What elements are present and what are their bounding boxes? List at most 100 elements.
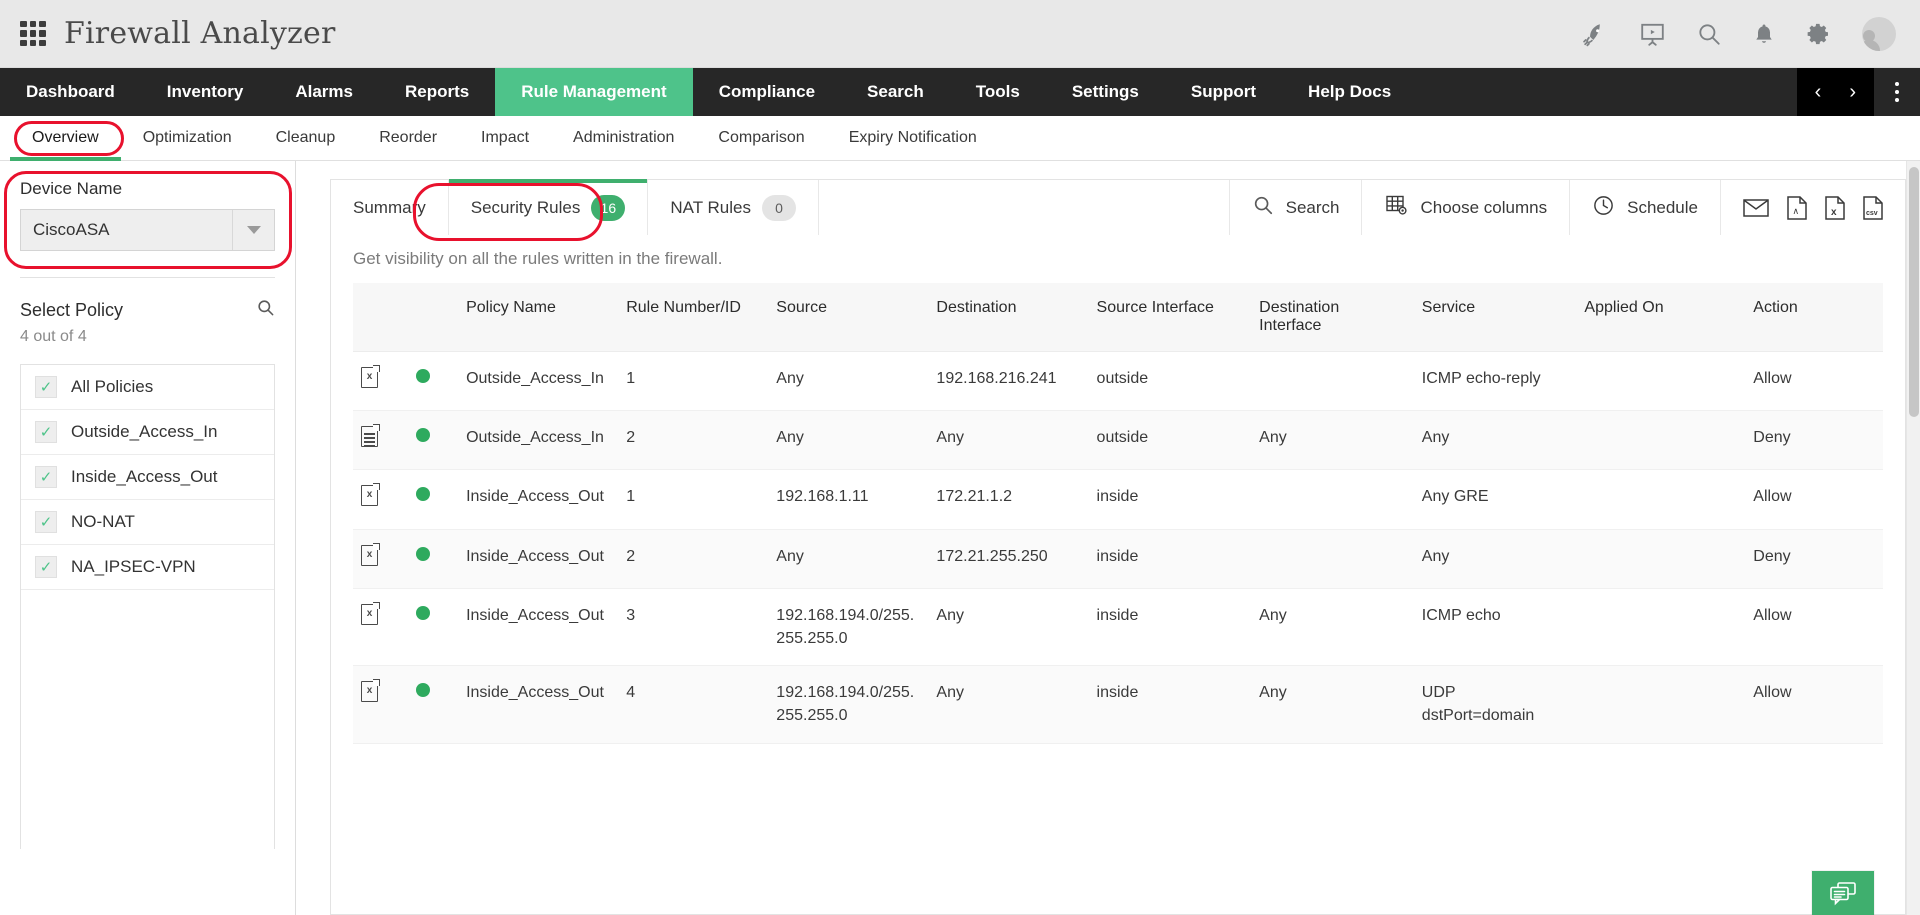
checkbox-checked-icon[interactable]: ✓ (35, 421, 57, 443)
nav-item-settings[interactable]: Settings (1046, 68, 1165, 116)
tab-nat-rules[interactable]: NAT Rules 0 (648, 180, 819, 235)
search-icon[interactable] (1696, 21, 1722, 47)
main-navigation: Dashboard Inventory Alarms Reports Rule … (0, 68, 1920, 116)
cell-action: Deny (1745, 411, 1883, 470)
presentation-icon[interactable] (1639, 21, 1666, 47)
table-row[interactable]: Outside_Access_In 2 Any Any outside Any … (353, 411, 1883, 470)
rule-type-icon-cell: x (353, 352, 408, 411)
nav-item-reports[interactable]: Reports (379, 68, 495, 116)
table-row[interactable]: x Inside_Access_Out 1 192.168.1.11 172.2… (353, 470, 1883, 529)
subnav-item-reorder[interactable]: Reorder (357, 116, 459, 160)
csv-export-icon[interactable]: csv (1863, 196, 1883, 220)
cell-destination: 172.21.1.2 (928, 470, 1088, 529)
avatar[interactable] (1862, 17, 1896, 51)
document-x-icon[interactable]: x (361, 545, 378, 566)
cell-applied-on (1576, 411, 1745, 470)
status-dot-green (416, 428, 430, 442)
th-source[interactable]: Source (768, 283, 928, 352)
search-button[interactable]: Search (1229, 180, 1362, 235)
status-dot-green (416, 683, 430, 697)
nav-next-icon[interactable]: › (1843, 81, 1862, 104)
nav-item-search[interactable]: Search (841, 68, 950, 116)
document-x-icon[interactable]: x (361, 604, 378, 625)
subnav-item-cleanup[interactable]: Cleanup (254, 116, 358, 160)
policy-item-na-ipsec-vpn[interactable]: ✓ NA_IPSEC-VPN (21, 545, 274, 590)
nav-item-alarms[interactable]: Alarms (269, 68, 379, 116)
tab-security-rules[interactable]: Security Rules 16 (449, 180, 649, 235)
email-export-icon[interactable] (1743, 198, 1769, 218)
tab-security-rules-label: Security Rules (471, 198, 581, 218)
table-row[interactable]: x Inside_Access_Out 2 Any 172.21.255.250… (353, 529, 1883, 588)
th-rule-number[interactable]: Rule Number/ID (618, 283, 768, 352)
document-lines-icon[interactable] (361, 426, 378, 447)
th-destination-interface[interactable]: Destination Interface (1251, 283, 1414, 352)
schedule-button[interactable]: Schedule (1569, 180, 1720, 235)
apps-grid-icon[interactable] (20, 21, 46, 47)
document-x-icon[interactable]: x (361, 681, 378, 702)
table-row[interactable]: x Inside_Access_Out 4 192.168.194.0/255.… (353, 666, 1883, 743)
document-x-icon[interactable]: x (361, 367, 378, 388)
status-cell (408, 470, 458, 529)
chevron-down-icon[interactable] (232, 210, 274, 250)
cell-service: ICMP echo-reply (1414, 352, 1577, 411)
cell-destination-interface: Any (1251, 411, 1414, 470)
page-scrollbar[interactable] (1906, 161, 1920, 915)
status-dot-green (416, 606, 430, 620)
th-service[interactable]: Service (1414, 283, 1577, 352)
checkbox-checked-icon[interactable]: ✓ (35, 466, 57, 488)
excel-export-icon[interactable]: x (1825, 196, 1845, 220)
policy-item-outside-access-in[interactable]: ✓ Outside_Access_In (21, 410, 274, 455)
nav-item-rule-management[interactable]: Rule Management (495, 68, 692, 116)
subnav-item-expiry-notification[interactable]: Expiry Notification (827, 116, 999, 160)
pdf-export-icon[interactable]: ∧ (1787, 196, 1807, 220)
th-applied-on[interactable]: Applied On (1576, 283, 1745, 352)
subnav-item-administration[interactable]: Administration (551, 116, 696, 160)
document-x-icon[interactable]: x (361, 485, 378, 506)
nav-item-dashboard[interactable]: Dashboard (0, 68, 141, 116)
subnav-item-comparison[interactable]: Comparison (696, 116, 826, 160)
tab-summary[interactable]: Summary (331, 180, 449, 235)
checkbox-checked-icon[interactable]: ✓ (35, 376, 57, 398)
gear-icon[interactable] (1806, 21, 1832, 47)
policy-item-all-policies[interactable]: ✓ All Policies (21, 365, 274, 410)
nav-item-tools[interactable]: Tools (950, 68, 1046, 116)
cell-source: Any (768, 411, 928, 470)
status-cell (408, 352, 458, 411)
policy-item-no-nat[interactable]: ✓ NO-NAT (21, 500, 274, 545)
device-name-dropdown[interactable]: CiscoASA (20, 209, 275, 251)
nav-overflow-menu-icon[interactable] (1874, 68, 1920, 116)
checkbox-checked-icon[interactable]: ✓ (35, 511, 57, 533)
cell-service: Any GRE (1414, 470, 1577, 529)
rule-type-icon-cell: x (353, 666, 408, 743)
th-destination[interactable]: Destination (928, 283, 1088, 352)
subnav-item-overview[interactable]: Overview (10, 116, 121, 160)
cell-destination-interface: Any (1251, 666, 1414, 743)
nav-prev-icon[interactable]: ‹ (1809, 81, 1828, 104)
checkbox-checked-icon[interactable]: ✓ (35, 556, 57, 578)
th-policy-name[interactable]: Policy Name (458, 283, 618, 352)
table-row[interactable]: x Outside_Access_In 1 Any 192.168.216.24… (353, 352, 1883, 411)
table-header: Policy Name Rule Number/ID Source Destin… (353, 283, 1883, 352)
th-action[interactable]: Action (1745, 283, 1883, 352)
choose-columns-button[interactable]: Choose columns (1361, 180, 1569, 235)
bell-icon[interactable] (1752, 21, 1776, 47)
subnav-item-optimization[interactable]: Optimization (121, 116, 254, 160)
nav-item-support[interactable]: Support (1165, 68, 1282, 116)
cell-destination-interface: Any (1251, 588, 1414, 665)
nav-item-compliance[interactable]: Compliance (693, 68, 841, 116)
sidebar-divider (20, 277, 275, 278)
rocket-icon[interactable] (1583, 21, 1609, 47)
th-source-interface[interactable]: Source Interface (1089, 283, 1252, 352)
table-row[interactable]: x Inside_Access_Out 3 192.168.194.0/255.… (353, 588, 1883, 665)
nav-item-inventory[interactable]: Inventory (141, 68, 270, 116)
rule-type-icon-cell: x (353, 470, 408, 529)
chat-support-icon[interactable] (1812, 871, 1874, 915)
policy-search-icon[interactable] (256, 298, 275, 322)
status-cell (408, 411, 458, 470)
policy-item-inside-access-out[interactable]: ✓ Inside_Access_Out (21, 455, 274, 500)
nav-item-help-docs[interactable]: Help Docs (1282, 68, 1417, 116)
subnav-item-impact[interactable]: Impact (459, 116, 551, 160)
cell-source-interface: inside (1089, 588, 1252, 665)
page-scrollbar-thumb[interactable] (1909, 167, 1919, 417)
cell-destination: Any (928, 666, 1088, 743)
